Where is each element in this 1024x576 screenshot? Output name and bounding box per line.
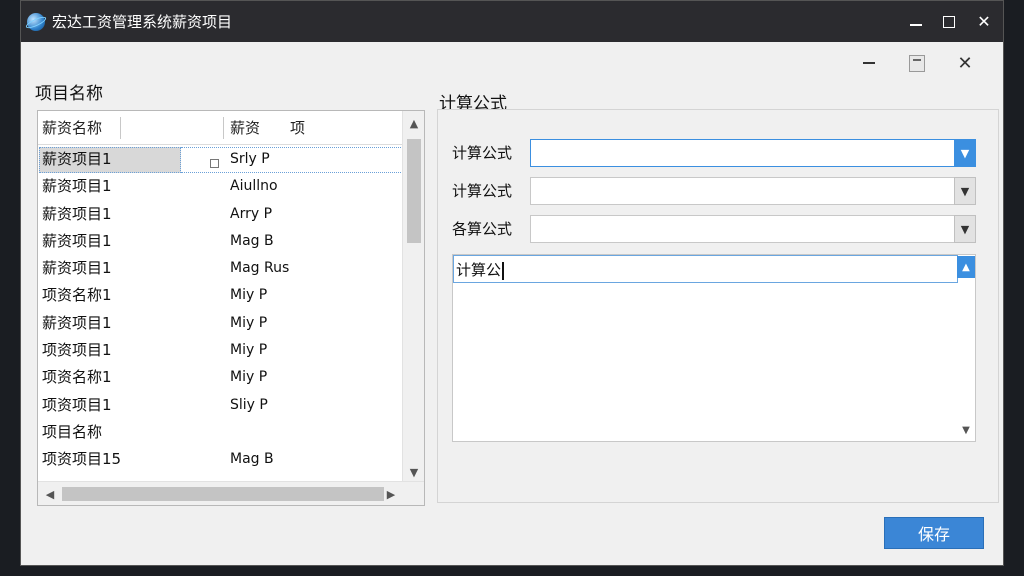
row-name-cell: 项资项目1 [42,395,112,414]
globe-icon [24,12,48,32]
scroll-up-arrow-icon[interactable]: ▲ [403,113,425,133]
row-item-cell: Miy P [230,369,268,386]
chevron-up-icon[interactable]: ▲ [957,256,975,278]
text-caret [502,261,504,280]
row-item-cell: Mag B [230,451,274,468]
row-name-cell: 薪资项目1 [42,177,112,196]
chevron-down-icon[interactable]: ▼ [954,215,976,243]
chevron-down-icon[interactable]: ▼ [954,177,976,205]
row-item-cell: Aiullno [230,178,278,195]
title-bar[interactable]: 宏达工资管理系统薪资项目 ✕ [21,1,1003,42]
inner-minimize-button[interactable] [845,51,893,75]
restore-icon [909,54,925,72]
row-item-cell: Miy P [230,342,268,359]
inner-window-controls: ✕ [845,51,989,75]
table-row[interactable]: 项目名称 [38,419,403,446]
inner-restore-button[interactable] [893,51,941,75]
horizontal-scrollbar[interactable]: ◀ ▶ [38,481,424,505]
row-name-cell: 项资项目1 [42,341,112,360]
maximize-icon [942,15,955,28]
row-name-cell: 项资项目15 [42,450,122,469]
salary-item-list[interactable]: 薪资名称 薪资 项 薪资项目1 Srly P 薪资项目1 Aiullno 薪资项目1 Ar… [37,110,425,506]
scroll-right-arrow-icon[interactable]: ▶ [381,482,401,506]
window-minimize-button[interactable] [899,1,932,42]
formula-label-1: 计算公式 [452,144,513,162]
memo-current-line: 计算公 [453,255,958,283]
column-header-name[interactable]: 薪资名称 [42,111,102,145]
table-row[interactable]: 薪资项目1 Miy P [38,310,403,337]
formula-label-2: 计算公式 [452,182,513,200]
inner-close-button[interactable]: ✕ [941,51,989,75]
close-icon: ✕ [957,52,973,74]
chevron-down-icon[interactable]: ▼ [954,139,976,167]
formula-row-2: 计算公式 ▼ [452,176,982,206]
table-row[interactable]: 薪资项目1 Mag B [38,228,403,255]
save-button[interactable]: 保存 [884,517,984,549]
formula-combo-3[interactable]: ▼ [530,215,976,243]
formula-combo-2[interactable]: ▼ [530,177,976,205]
table-row[interactable]: 项资名称1 Miy P [38,364,403,391]
row-item-cell: Srly P [230,151,270,167]
table-row[interactable]: 薪资项目1 Mag Rus [38,255,403,282]
table-row[interactable]: 项资项目1 Sliy P [38,392,403,419]
minimize-icon [909,23,922,26]
window-close-button[interactable]: ✕ [965,1,1003,42]
minimize-icon [863,62,875,64]
row-name-cell: 薪资项目1 [42,313,112,332]
row-item-cell: Miy P [230,287,268,304]
row-name-cell: 薪资项目1 [42,204,112,223]
row-item-cell: Sliy P [230,396,268,413]
formula-row-1: 计算公式 ▼ [452,138,982,168]
formula-text-area[interactable]: 计算公 ▲ ▼ [452,254,976,442]
row-item-cell: Mag B [230,232,274,249]
row-name-cell: 薪资项目1 [42,231,112,250]
row-name-cell: 薪资项目1 [42,150,112,168]
formula-group: 计算公式 ▼ 计算公式 ▼ 各算公式 ▼ 计算公 ▲ ▼ [437,109,999,503]
row-name-cell: 项资名称1 [42,368,112,387]
formula-label-3: 各算公式 [452,220,513,238]
vertical-scroll-thumb[interactable] [407,139,421,243]
row-item-cell: Mag Rus [230,260,290,277]
list-rows: 薪资项目1 Srly P 薪资项目1 Aiullno 薪资项目1 Arry P 薪资项目1 M… [38,146,403,474]
window-maximize-button[interactable] [932,1,965,42]
row-name-cell: 项资名称1 [42,286,112,305]
formula-combo-1[interactable]: ▼ [530,139,976,167]
row-name-cell: 薪资项目1 [42,259,112,278]
close-icon: ✕ [977,12,991,31]
table-row[interactable]: 项资项目15 Mag B [38,446,403,473]
table-row[interactable]: 薪资项目1 Aiullno [38,173,403,200]
chevron-down-icon[interactable]: ▼ [957,419,975,441]
row-item-cell: Miy P [230,314,268,331]
row-name-cell: 项目名称 [42,422,103,441]
vertical-scrollbar[interactable]: ▲ ▼ [402,111,424,482]
formula-row-3: 各算公式 ▼ [452,214,982,244]
row-item-cell: Arry P [230,205,273,222]
column-header-item[interactable]: 薪资 项 [230,111,305,145]
table-row[interactable]: 项资名称1 Miy P [38,282,403,309]
table-row[interactable]: 薪资项目1 Arry P [38,201,403,228]
scroll-down-arrow-icon[interactable]: ▼ [403,462,425,482]
project-name-label: 项目名称 [35,84,103,104]
table-row[interactable]: 项资项目1 Miy P [38,337,403,364]
window-title: 宏达工资管理系统薪资项目 [52,13,233,31]
scroll-left-arrow-icon[interactable]: ◀ [40,482,60,506]
app-window: 宏达工资管理系统薪资项目 ✕ ✕ 项目名称 薪资名称 薪资 项 薪资项目1 Srl… [20,0,1004,566]
cell-handle-icon[interactable] [210,159,219,168]
list-header: 薪资名称 薪资 项 [38,111,403,145]
table-row[interactable]: 薪资项目1 Srly P [38,146,403,173]
horizontal-scroll-thumb[interactable] [62,487,384,501]
memo-text: 计算公 [456,261,502,279]
